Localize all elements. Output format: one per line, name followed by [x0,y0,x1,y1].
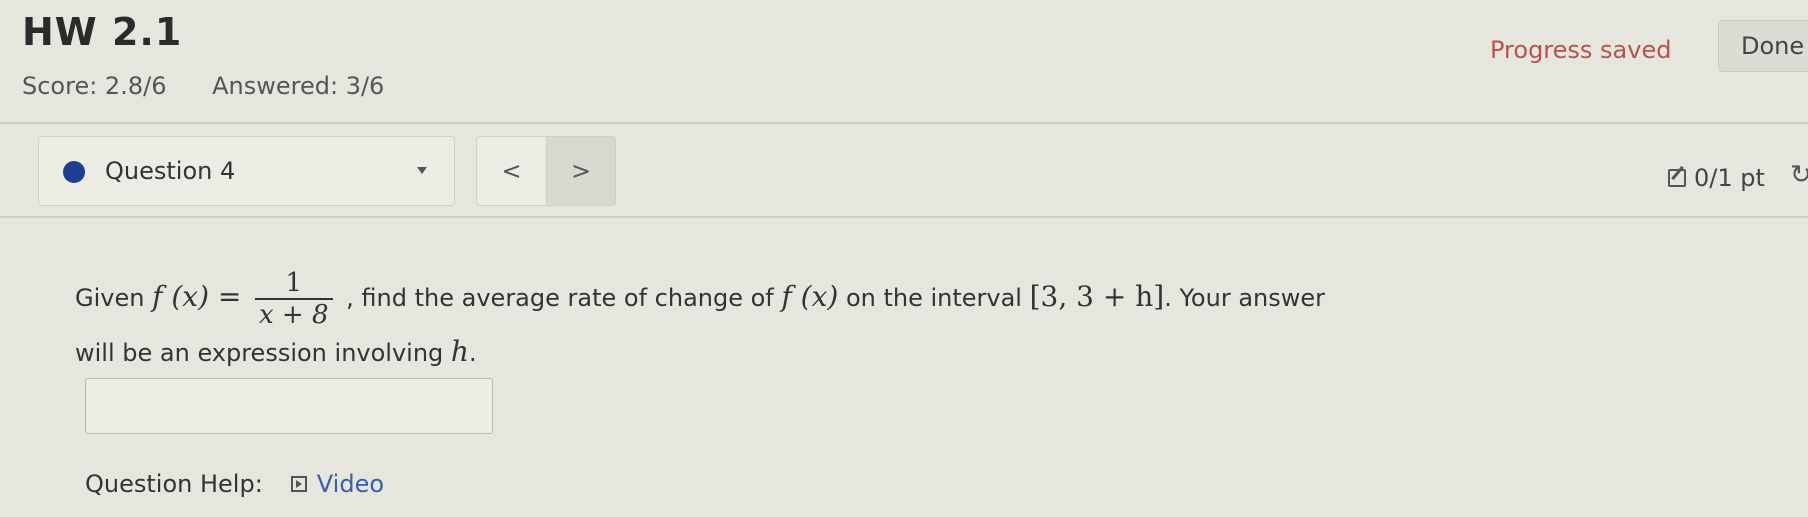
question-tail-text: . Your answer [1164,284,1326,312]
fraction: 1 x + 8 [255,268,333,330]
points-text: 0/1 pt [1694,164,1765,192]
question-points: 0/1 pt [1668,164,1765,192]
question-mid-text: , find the average rate of change of [346,284,774,312]
next-question-button[interactable]: > [546,136,616,206]
edit-icon [1668,169,1686,187]
question-help-label: Question Help: [85,470,263,498]
given-text: Given [75,284,145,312]
previous-question-button[interactable]: < [476,136,546,206]
function-expression-2: f (x) [781,280,839,313]
question-text-line2: will be an expression involving h. [75,335,477,368]
answered-text: Answered: 3/6 [212,72,385,100]
line2-prefix: will be an expression involving [75,339,444,367]
question-status-dot [63,161,85,183]
chevron-down-icon [417,167,427,174]
interval-label: on the interval [845,284,1022,312]
score-summary: Score: 2.8/6 Answered: 3/6 [22,72,422,100]
function-expression: f (x) = [152,280,242,313]
question-select-label: Question 4 [105,157,236,185]
question-select[interactable]: Question 4 [38,136,455,206]
interval-expression: [3, 3 + h] [1029,280,1165,313]
question-divider [0,216,1808,218]
video-help-link[interactable]: Video [290,470,385,498]
question-help: Question Help: Video [85,470,384,498]
answer-input[interactable] [85,378,493,434]
h-variable: h [450,335,469,368]
video-icon [290,476,307,492]
header-divider [0,122,1808,124]
fraction-denominator: x + 8 [255,298,333,330]
assignment-title: HW 2.1 [22,10,183,54]
question-text-line1: Given f (x) = 1 x + 8 , find the average… [75,268,1325,330]
refresh-icon[interactable]: ↻ [1790,160,1808,190]
line2-suffix: . [468,339,477,367]
video-label: Video [316,470,385,498]
fraction-numerator: 1 [285,268,303,298]
score-text: Score: 2.8/6 [22,72,167,100]
done-button[interactable]: Done [1718,20,1808,72]
progress-status: Progress saved [1490,36,1672,64]
